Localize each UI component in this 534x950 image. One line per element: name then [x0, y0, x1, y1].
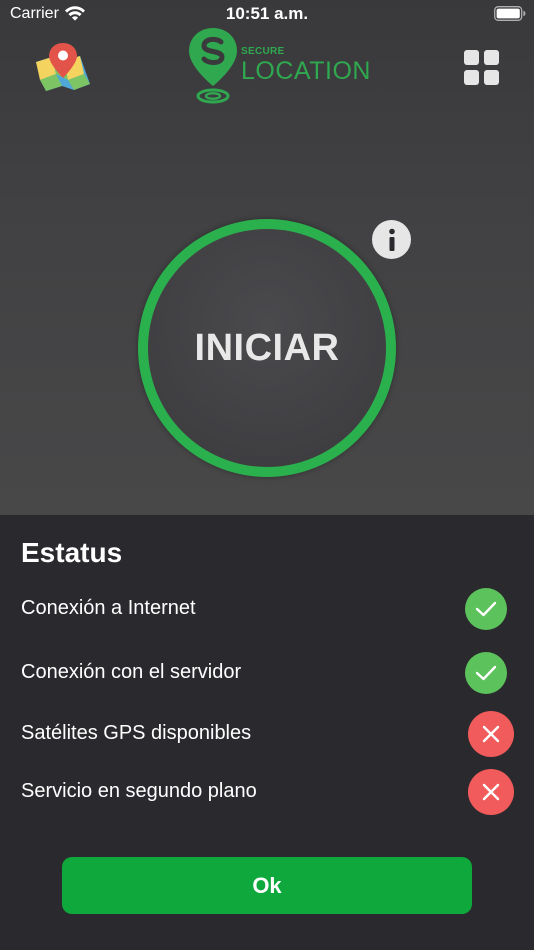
status-label: Servicio en segundo plano [21, 780, 257, 802]
battery-icon [494, 6, 526, 21]
grid-cell [464, 50, 479, 65]
logo-secure-text: SECURE [241, 46, 285, 57]
map-pin-icon[interactable] [34, 40, 92, 92]
check-icon [465, 588, 507, 630]
app-logo: SECURE LOCATION [186, 26, 372, 106]
info-glyph [388, 228, 395, 251]
main-area: Carrier 10:51 a.m. SECURE LOCATION INICI… [0, 0, 534, 515]
status-row-server: Conexión con el servidor [0, 650, 534, 696]
info-icon[interactable] [372, 220, 411, 259]
status-row-internet: Conexión a Internet [0, 586, 534, 632]
close-icon [468, 711, 514, 757]
check-icon [465, 652, 507, 694]
status-label: Satélites GPS disponibles [21, 722, 252, 744]
ok-button[interactable]: Ok [62, 857, 472, 914]
clock: 10:51 a.m. [225, 4, 309, 23]
grid-cell [484, 50, 499, 65]
close-icon [468, 769, 514, 815]
grid-cell [484, 70, 499, 85]
start-button[interactable]: INICIAR [148, 229, 386, 467]
status-label: Conexión con el servidor [21, 661, 242, 683]
start-button-ring: INICIAR [138, 219, 396, 477]
status-panel: Estatus Conexión a Internet Conexión con… [0, 515, 534, 950]
logo-location-text: LOCATION [241, 57, 371, 85]
status-row-background-service: Servicio en segundo plano [0, 769, 534, 815]
grid-icon[interactable] [464, 50, 500, 86]
status-label: Conexión a Internet [21, 597, 196, 619]
start-button-label: INICIAR [194, 326, 340, 369]
status-panel-title: Estatus [21, 537, 123, 568]
grid-cell [464, 70, 479, 85]
location-pin-icon [189, 28, 237, 104]
status-row-gps: Satélites GPS disponibles [0, 711, 534, 757]
